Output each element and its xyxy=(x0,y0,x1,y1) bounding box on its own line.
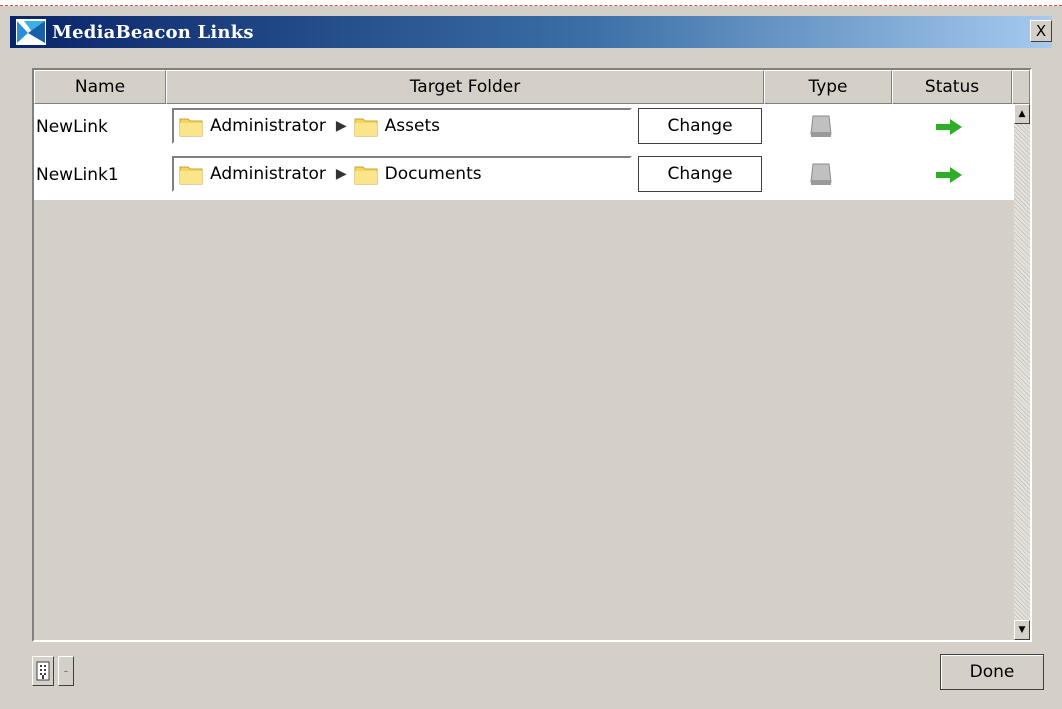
chevron-up-icon: ▲ xyxy=(1018,109,1026,119)
column-header-target-folder[interactable]: Target Folder xyxy=(166,70,764,104)
chevron-down-icon: ▼ xyxy=(1018,625,1026,635)
close-button[interactable]: X xyxy=(1030,20,1052,42)
vertical-scrollbar[interactable]: ▲ ▼ xyxy=(1014,104,1030,640)
change-button[interactable]: Change xyxy=(638,108,762,144)
list-rows: NewLink Administrator ▶ Assets Change Ne… xyxy=(34,104,1014,200)
window-title: MediaBeacon Links xyxy=(52,21,254,43)
path-separator-icon: ▶ xyxy=(335,166,347,182)
path-separator-icon: ▶ xyxy=(335,118,347,134)
title-bar: MediaBeacon Links X xyxy=(10,16,1052,48)
link-name: NewLink xyxy=(36,117,108,137)
path-root-label: Administrator xyxy=(210,116,326,136)
target-folder-path: Administrator ▶ Assets xyxy=(172,108,632,144)
mediabeacon-logo-icon xyxy=(16,18,50,46)
folder-icon xyxy=(354,166,378,185)
drive-icon xyxy=(810,115,832,137)
change-button[interactable]: Change xyxy=(638,156,762,192)
link-name: NewLink1 xyxy=(36,165,119,185)
links-list: Name Target Folder Type Status NewLink A… xyxy=(32,68,1032,642)
folder-icon xyxy=(179,118,203,137)
path-leaf-label: Assets xyxy=(384,116,440,136)
path-leaf-label: Documents xyxy=(384,164,482,184)
column-header-type[interactable]: Type xyxy=(764,70,892,104)
add-link-button[interactable] xyxy=(32,656,54,686)
column-header-corner xyxy=(1012,70,1030,104)
table-row[interactable]: NewLink Administrator ▶ Assets Change xyxy=(34,104,1014,152)
remove-link-button[interactable]: - xyxy=(58,656,74,686)
close-icon: X xyxy=(1035,22,1047,40)
drive-icon xyxy=(810,163,832,185)
column-header-name[interactable]: Name xyxy=(34,70,166,104)
scroll-down-button[interactable]: ▼ xyxy=(1014,620,1030,640)
target-folder-path: Administrator ▶ Documents xyxy=(172,156,632,192)
green-arrow-icon xyxy=(936,119,962,135)
column-header-status[interactable]: Status xyxy=(892,70,1012,104)
scroll-up-button[interactable]: ▲ xyxy=(1014,104,1030,124)
top-dashed-border xyxy=(0,0,1062,6)
path-root-label: Administrator xyxy=(210,164,326,184)
folder-icon xyxy=(179,166,203,185)
table-row[interactable]: NewLink1 Administrator ▶ Documents Chang… xyxy=(34,152,1014,200)
done-button[interactable]: Done xyxy=(940,654,1044,690)
list-header: Name Target Folder Type Status xyxy=(34,70,1030,104)
add-link-icon xyxy=(36,661,50,681)
folder-icon xyxy=(354,118,378,137)
green-arrow-icon xyxy=(936,167,962,183)
